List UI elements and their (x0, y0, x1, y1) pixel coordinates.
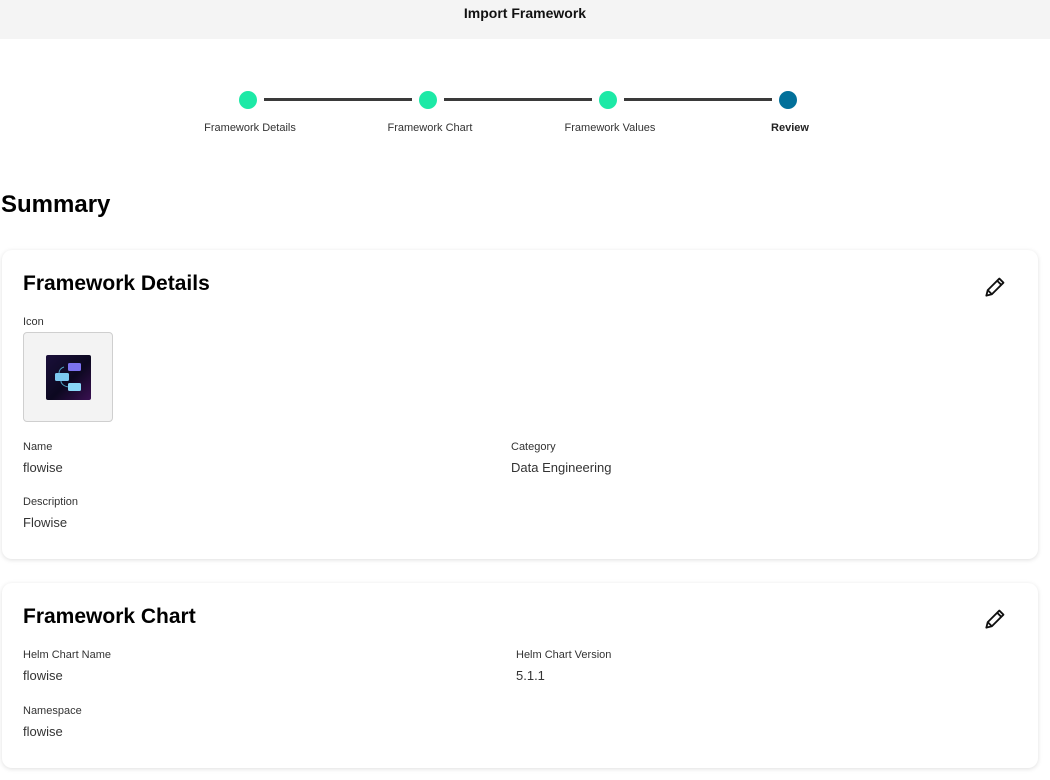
description-label: Description (23, 496, 79, 508)
step-label-framework-details: Framework Details (204, 122, 296, 134)
helm-chart-name-value: flowise (23, 668, 63, 683)
step-indicator-framework-chart[interactable] (419, 91, 437, 109)
step-connector (264, 98, 412, 101)
step-indicator-framework-details[interactable] (239, 91, 257, 109)
flowise-logo-icon (46, 355, 91, 400)
pencil-icon (985, 277, 1005, 297)
description-value: Flowise (23, 515, 68, 530)
step-connector (624, 98, 772, 101)
category-label: Category (511, 441, 556, 453)
edit-framework-details-button[interactable] (982, 274, 1008, 300)
namespace-label: Namespace (23, 705, 82, 717)
name-value: flowise (23, 460, 63, 475)
import-stepper: Framework Details Framework Chart Framew… (0, 0, 1050, 150)
helm-chart-name-label: Helm Chart Name (23, 649, 112, 661)
framework-icon-preview (23, 332, 113, 422)
edit-framework-chart-button[interactable] (982, 606, 1008, 632)
framework-details-card: Framework Details Icon Name flowise Cate… (2, 250, 1038, 559)
step-label-review: Review (771, 122, 809, 134)
namespace-value: flowise (23, 724, 63, 739)
pencil-icon (985, 609, 1005, 629)
step-connector (444, 98, 592, 101)
framework-chart-card: Framework Chart Helm Chart Name flowise … (2, 583, 1038, 768)
icon-label: Icon (23, 316, 44, 328)
framework-chart-title: Framework Chart (23, 605, 196, 628)
category-value: Data Engineering (511, 460, 612, 475)
framework-details-title: Framework Details (23, 272, 210, 295)
step-indicator-framework-values[interactable] (599, 91, 617, 109)
helm-chart-version-label: Helm Chart Version (516, 649, 612, 661)
step-label-framework-values: Framework Values (564, 122, 656, 134)
summary-heading: Summary (1, 191, 111, 218)
helm-chart-version-value: 5.1.1 (516, 668, 545, 683)
step-label-framework-chart: Framework Chart (387, 122, 473, 134)
name-label: Name (23, 441, 53, 453)
step-indicator-review[interactable] (779, 91, 797, 109)
